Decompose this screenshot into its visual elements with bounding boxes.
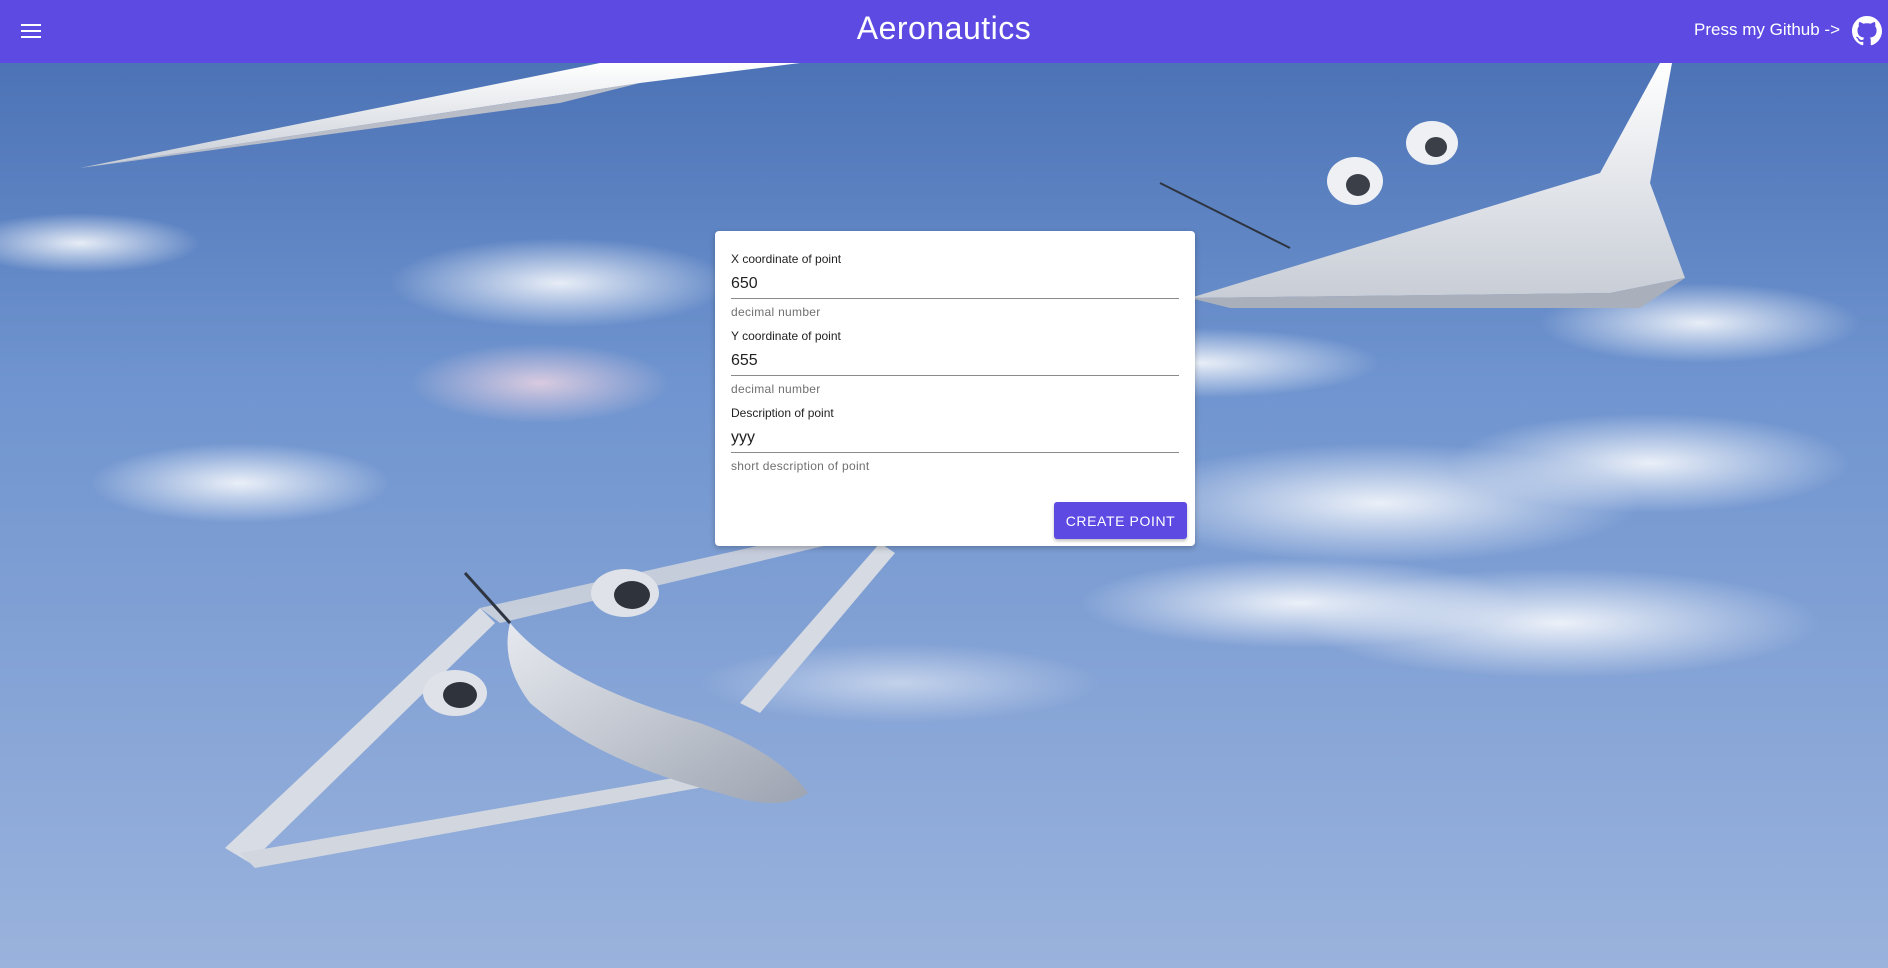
app-root: Aeronautics Press my Github -> X coordin… — [0, 0, 1888, 968]
y-coordinate-hint: decimal number — [731, 382, 821, 396]
x-coordinate-label: X coordinate of point — [731, 252, 842, 266]
description-label: Description of point — [731, 406, 834, 420]
description-input[interactable] — [731, 425, 1179, 453]
y-coordinate-field: Y coordinate of point decimal number — [731, 328, 1179, 396]
y-coordinate-input[interactable] — [731, 348, 1179, 376]
x-coordinate-hint: decimal number — [731, 305, 821, 319]
app-bar: Aeronautics Press my Github -> — [0, 0, 1888, 63]
github-icon[interactable] — [1852, 16, 1882, 46]
x-coordinate-field: X coordinate of point decimal number — [731, 251, 1179, 319]
description-hint: short description of point — [731, 459, 870, 473]
y-coordinate-label: Y coordinate of point — [731, 329, 841, 343]
menu-button[interactable] — [16, 16, 46, 46]
description-field: Description of point short description o… — [731, 405, 1179, 473]
create-point-button[interactable]: CREATE POINT — [1054, 502, 1187, 539]
hamburger-menu-icon — [21, 24, 41, 38]
github-link[interactable]: Press my Github -> — [1694, 20, 1840, 40]
x-coordinate-input[interactable] — [731, 271, 1179, 299]
app-title: Aeronautics — [856, 10, 1032, 46]
create-point-form: X coordinate of point decimal number Y c… — [715, 231, 1195, 546]
